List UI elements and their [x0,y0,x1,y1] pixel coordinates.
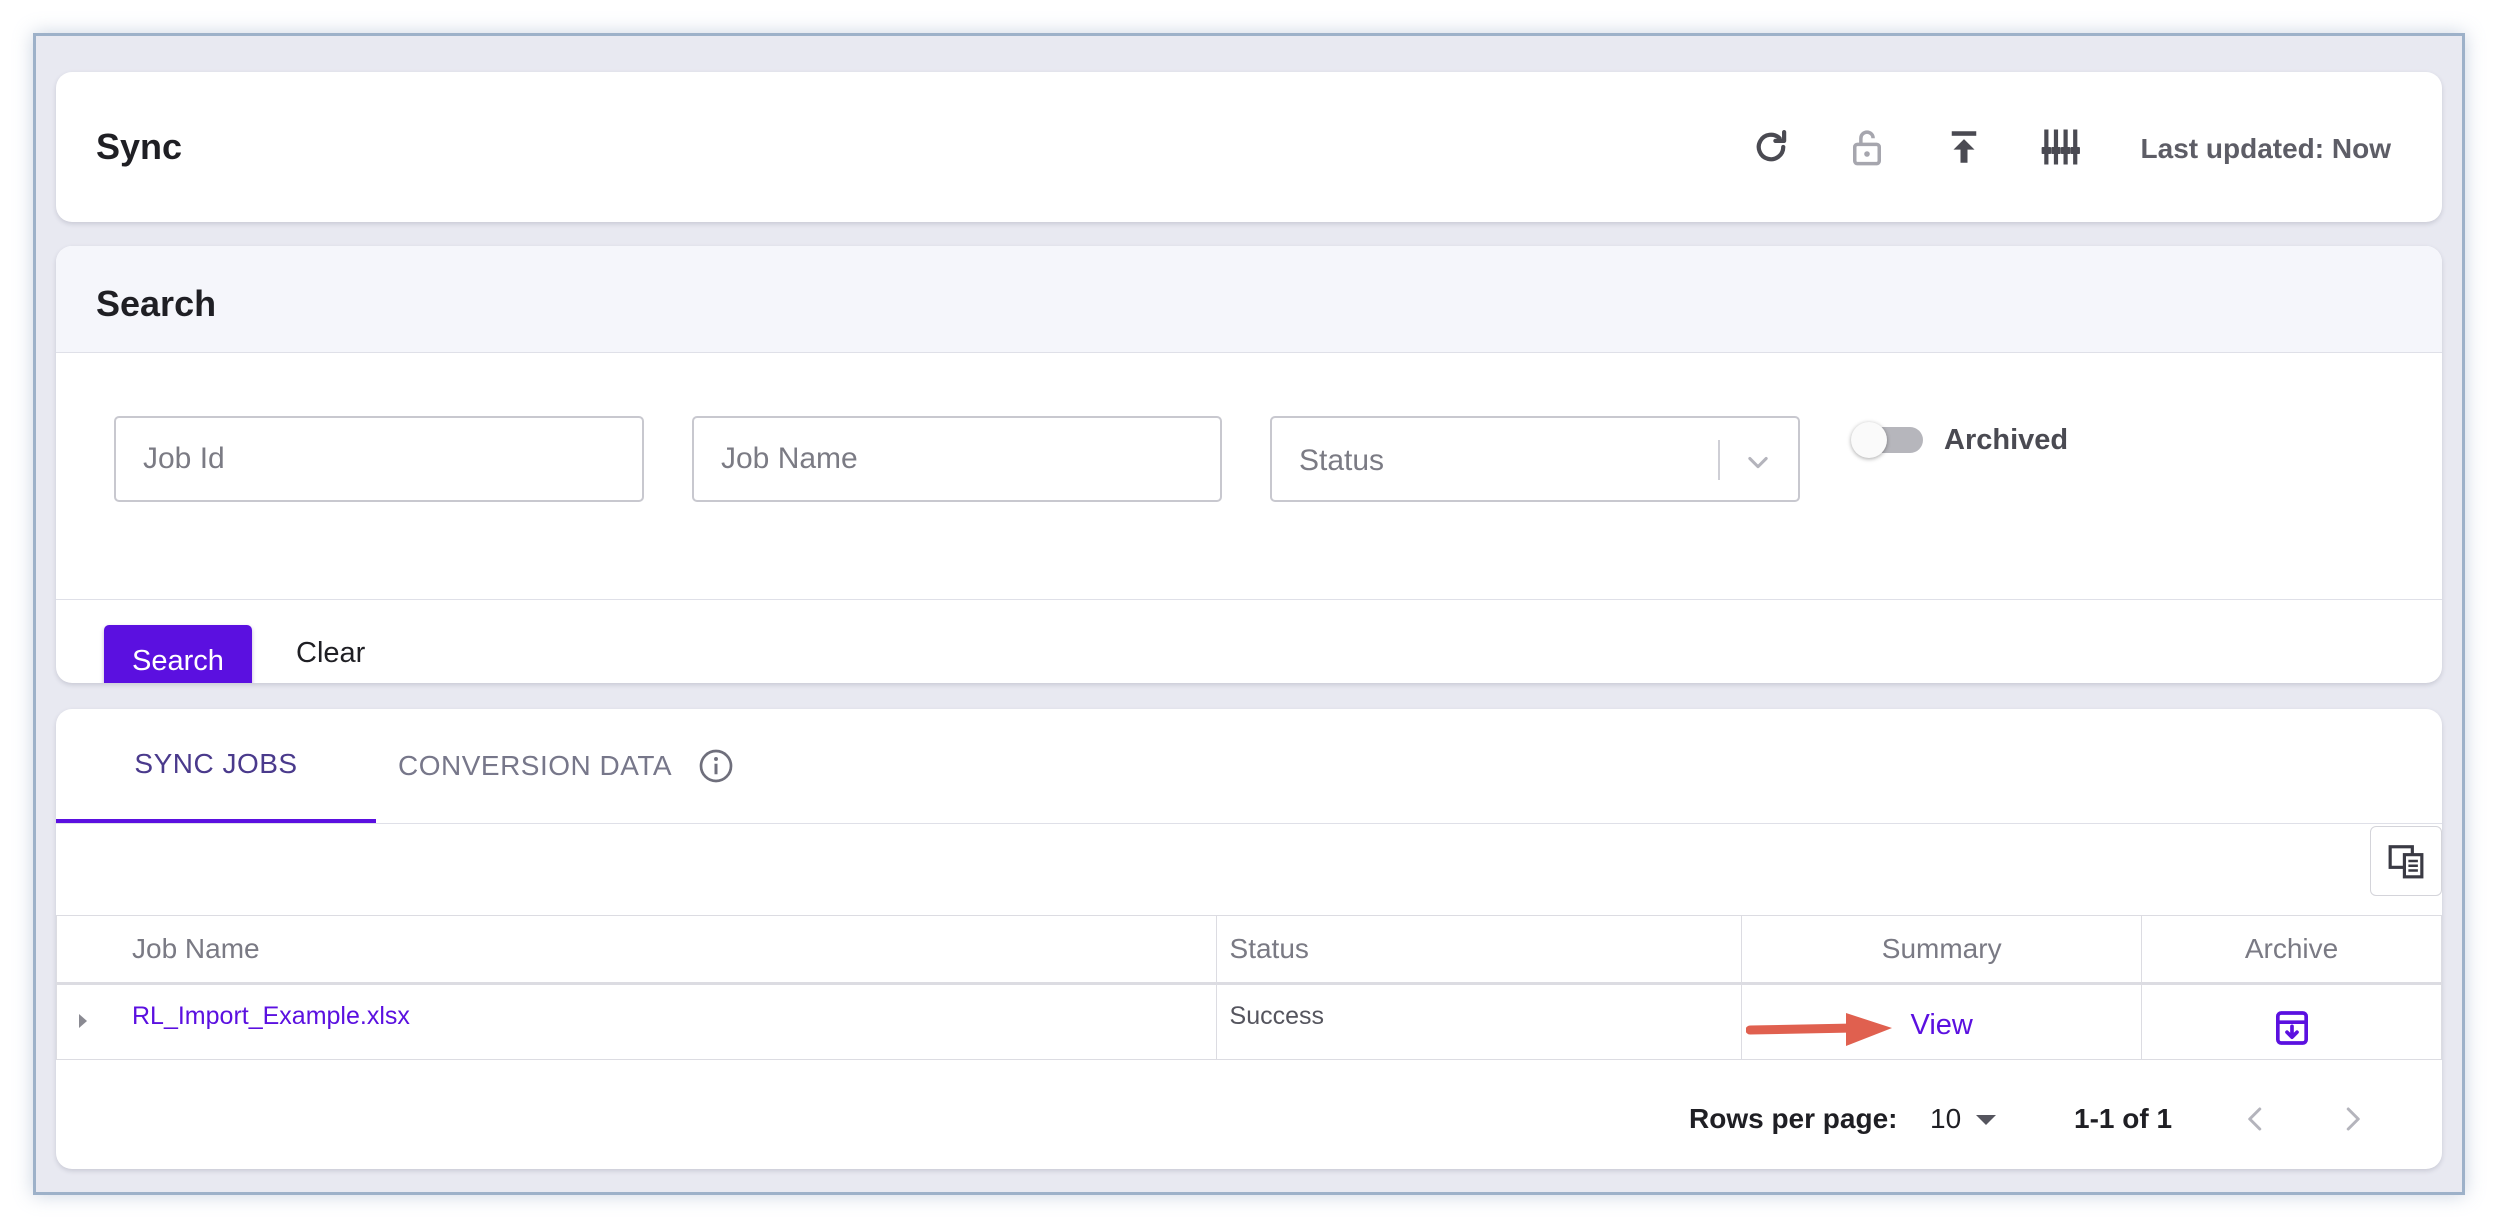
search-title: Search [96,283,217,324]
pagination-range: 1-1 of 1 [2074,1103,2173,1134]
unlock-icon[interactable] [1844,124,1890,170]
view-wrap: View [1745,1002,1973,1046]
tab-sync-jobs-label: SYNC JOBS [134,748,298,779]
rows-per-page-select[interactable]: 10 [1930,1103,1961,1135]
prev-page-button[interactable] [2236,1097,2276,1141]
caret-down-icon[interactable] [1976,1115,1996,1125]
header-job-name[interactable]: Job Name [56,915,1217,985]
tab-conversion-data[interactable]: CONVERSION DATA [398,709,768,823]
status-value: Success [1229,1002,1324,1030]
column-settings-button[interactable] [2370,826,2442,896]
archive-icon[interactable] [2272,1008,2312,1048]
status-cell: Success [1215,983,1743,1060]
filter-sliders-icon[interactable] [2037,124,2083,170]
annotation-arrow-icon [1745,1013,1892,1046]
archive-cell [2141,983,2442,1060]
chevron-right-icon [2346,1107,2360,1131]
job-name-field [692,416,1222,502]
chevron-left-icon [2248,1107,2262,1131]
sync-jobs-table: Job Name Status Summary Archive RL_Impor… [56,915,2442,1060]
archived-toggle[interactable] [1847,418,1927,458]
tab-divider [56,823,2442,824]
job-id-field [114,416,644,502]
next-page-button[interactable] [2332,1097,2372,1141]
toggle-knob [1851,422,1887,458]
search-card: Search Status Archived Search Clear [56,246,2442,683]
table-header-row: Job Name Status Summary Archive [56,915,2442,985]
tab-conversion-data-label: CONVERSION DATA [398,750,673,781]
job-name-input[interactable] [694,418,1220,500]
status-placeholder: Status [1299,444,1385,477]
app-frame: Sync Last updated: Now Search Status [33,33,2465,1195]
rows-per-page-label: Rows per page: [1689,1103,1898,1134]
pagination-bar: Rows per page: 10 1-1 of 1 [56,1063,2442,1169]
search-divider [56,599,2442,600]
clear-button[interactable]: Clear [296,637,365,670]
expand-row-icon[interactable] [79,1014,87,1028]
upload-icon[interactable] [1941,124,1987,170]
select-divider [1718,440,1720,480]
view-summary-link[interactable]: View [1911,1009,1973,1041]
header-archive[interactable]: Archive [2141,915,2442,985]
header-card: Sync Last updated: Now [56,72,2442,222]
chevron-down-icon [1748,456,1768,469]
archived-label: Archived [1944,424,2069,456]
job-id-input[interactable] [116,418,642,500]
header-status[interactable]: Status [1215,915,1743,985]
summary-cell: View [1741,983,2143,1060]
search-header: Search [56,246,2442,353]
header-summary[interactable]: Summary [1741,915,2143,985]
columns-icon [2388,845,2424,879]
table-row: RL_Import_Example.xlsx Success View [56,983,2442,1060]
job-name-link[interactable]: RL_Import_Example.xlsx [132,1002,410,1030]
status-select[interactable]: Status [1270,416,1800,502]
search-button[interactable]: Search [104,625,252,683]
tab-sync-jobs[interactable]: SYNC JOBS [56,709,376,823]
results-card: SYNC JOBS CONVERSION DATA Job Name Statu… [56,709,2442,1169]
last-updated-text: Last updated: Now [2140,133,2391,164]
info-icon[interactable] [698,748,734,784]
page-title: Sync [96,126,183,167]
job-name-cell: RL_Import_Example.xlsx [56,983,1217,1060]
refresh-icon[interactable] [1748,124,1794,170]
